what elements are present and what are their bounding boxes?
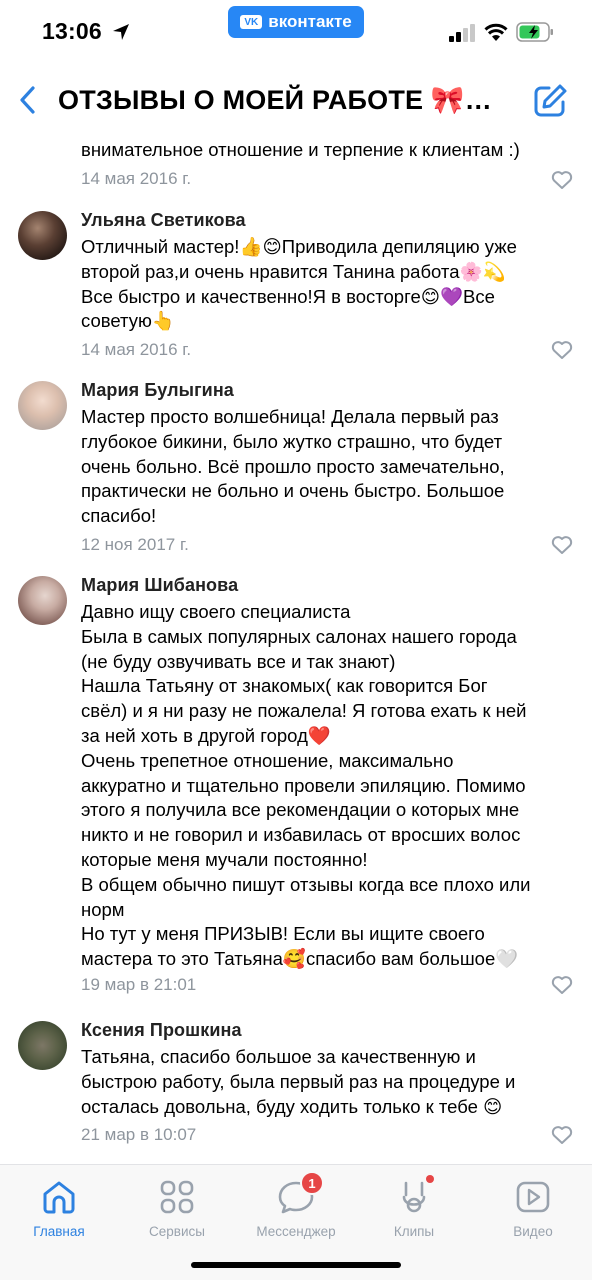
review-text-line: Мастер просто волшебница! Делала первый … [81, 406, 499, 427]
review-text-line: Очень трепетное отношение, максимально [81, 749, 454, 771]
review-text-line: аккуратно и тщательно провели эпиляцию. … [81, 774, 526, 796]
heart-like-icon[interactable] [551, 975, 573, 995]
review-date: 14 мая 2016 г. [81, 340, 192, 359]
chevron-left-icon [20, 86, 35, 114]
review-text-line: осталась довольна, буду ходить только к … [81, 1095, 503, 1117]
review-text-line: В общем обычно пишут отзывы когда все пл… [81, 873, 531, 895]
review-text-line: Татьяна, спасибо большое за качественную… [81, 1046, 476, 1067]
services-grid-icon [160, 1180, 194, 1214]
edit-pencil-icon [534, 84, 567, 117]
tab-home[interactable]: Главная [0, 1171, 118, 1251]
app-return-pill[interactable]: VK вконтакте [228, 6, 364, 38]
review-text-line: быстрою работу, была первый раз на проце… [81, 1070, 516, 1092]
review-text-line: свёл) и я ни разу не пожалела! Я готова … [81, 700, 527, 722]
clips-new-dot [426, 1175, 434, 1183]
review-author[interactable]: Ульяна Светикова [81, 210, 246, 231]
review-text-line: Но тут у меня ПРИЗЫВ! Если вы ищите свое… [81, 923, 485, 945]
home-icon [43, 1181, 75, 1214]
review-text-line: внимательное отношение и терпение к клие… [81, 139, 520, 160]
review-text: внимательное отношение и терпение к клие… [81, 138, 577, 163]
clips-icon [402, 1181, 426, 1213]
review-date: 12 ноя 2017 г. [81, 535, 189, 554]
battery-charging-icon [516, 22, 553, 42]
review-date: 14 мая 2016 г. [81, 169, 192, 188]
tab-messenger-label: Мессенджер [256, 1224, 336, 1239]
review-date: 21 мар в 10:07 [81, 1125, 197, 1144]
review-date: 19 мар в 21:01 [81, 975, 197, 994]
heart-like-icon[interactable] [551, 340, 573, 360]
review-text-line: второй раз,и очень нравится Танина работ… [81, 260, 506, 282]
review-text-line: за ней хоть в другой город❤️ [81, 724, 331, 746]
tab-messenger[interactable]: 1 Мессенджер [237, 1171, 355, 1251]
review-text-line: которые меня мучали постоянно! [81, 848, 368, 870]
review-text-line: практически не больно и очень быстро. Бо… [81, 480, 505, 502]
vk-logo-icon: VK [240, 15, 263, 29]
review-text-line: Все быстро и качественно!Я в восторге😊💜В… [81, 285, 495, 307]
edit-button[interactable] [530, 82, 570, 120]
back-button[interactable] [12, 82, 42, 118]
messenger-unread-badge: 1 [300, 1171, 324, 1195]
tab-home-label: Главная [33, 1224, 85, 1239]
reviews-list: внимательное отношение и терпение к клие… [0, 134, 592, 1164]
location-arrow-icon [113, 24, 129, 40]
review-text-line: очень больно. Всё прошло просто замечате… [81, 455, 505, 477]
status-time: 13:06 [42, 18, 102, 44]
review-text-line: спасибо! [81, 505, 157, 527]
navigation-header: ОТЗЫВЫ О МОЕЙ РАБОТЕ 🎀… [0, 68, 592, 134]
review-text: Татьяна, спасибо большое за качественную… [81, 1045, 577, 1119]
home-indicator[interactable] [191, 1262, 401, 1268]
video-play-icon [516, 1181, 550, 1213]
review-text: Отличный мастер!👍😊Приводила депиляцию уж… [81, 235, 577, 334]
review-text-line: этого я получила все рекомендации о кото… [81, 799, 520, 821]
review-text-line: норм [81, 898, 125, 920]
heart-like-icon[interactable] [551, 535, 573, 555]
wifi-icon [484, 23, 508, 41]
tab-video[interactable]: Видео [474, 1171, 592, 1251]
review-text-line: советую👆 [81, 310, 175, 332]
review-text-line: Нашла Татьяну от знакомых( как говорится… [81, 675, 488, 697]
status-bar: 13:06 VK вконтакте [0, 0, 592, 68]
review-author[interactable]: Ксения Прошкина [81, 1020, 242, 1041]
review-author[interactable]: Мария Булыгина [81, 380, 234, 401]
review-text-line: Давно ищу своего специалиста [81, 601, 351, 622]
review-text-line: мастера то это Татьяна🥰спасибо вам больш… [81, 948, 519, 970]
tab-services[interactable]: Сервисы [118, 1171, 236, 1251]
tab-clips-label: Клипы [393, 1224, 435, 1239]
review-text-line: Была в самых популярных салонах нашего г… [81, 625, 517, 647]
review-text: Мастер просто волшебница! Делала первый … [81, 405, 577, 529]
page-title: ОТЗЫВЫ О МОЕЙ РАБОТЕ 🎀… [58, 85, 492, 115]
cellular-signal-icon [449, 24, 475, 42]
heart-like-icon[interactable] [551, 1125, 573, 1145]
avatar[interactable] [18, 381, 67, 430]
tab-video-label: Видео [513, 1224, 553, 1239]
review-author[interactable]: Мария Шибанова [81, 575, 238, 596]
avatar[interactable] [18, 211, 67, 260]
review-text: Давно ищу своего специалиста Была в самы… [81, 600, 577, 972]
heart-like-icon[interactable] [551, 170, 573, 190]
review-text-line: Отличный мастер!👍😊Приводила депиляцию уж… [81, 236, 517, 257]
tab-clips[interactable]: Клипы [355, 1171, 473, 1251]
avatar[interactable] [18, 576, 67, 625]
app-return-label: вконтакте [268, 12, 352, 31]
tab-services-label: Сервисы [149, 1224, 205, 1239]
review-text-line: глубокое бикини, было жутко страшно, что… [81, 430, 503, 452]
avatar[interactable] [18, 1021, 67, 1070]
review-text-line: (не буду озвучивать все и так знают) [81, 650, 396, 672]
review-text-line: никто и не говорил и избавилась от вросш… [81, 824, 521, 846]
